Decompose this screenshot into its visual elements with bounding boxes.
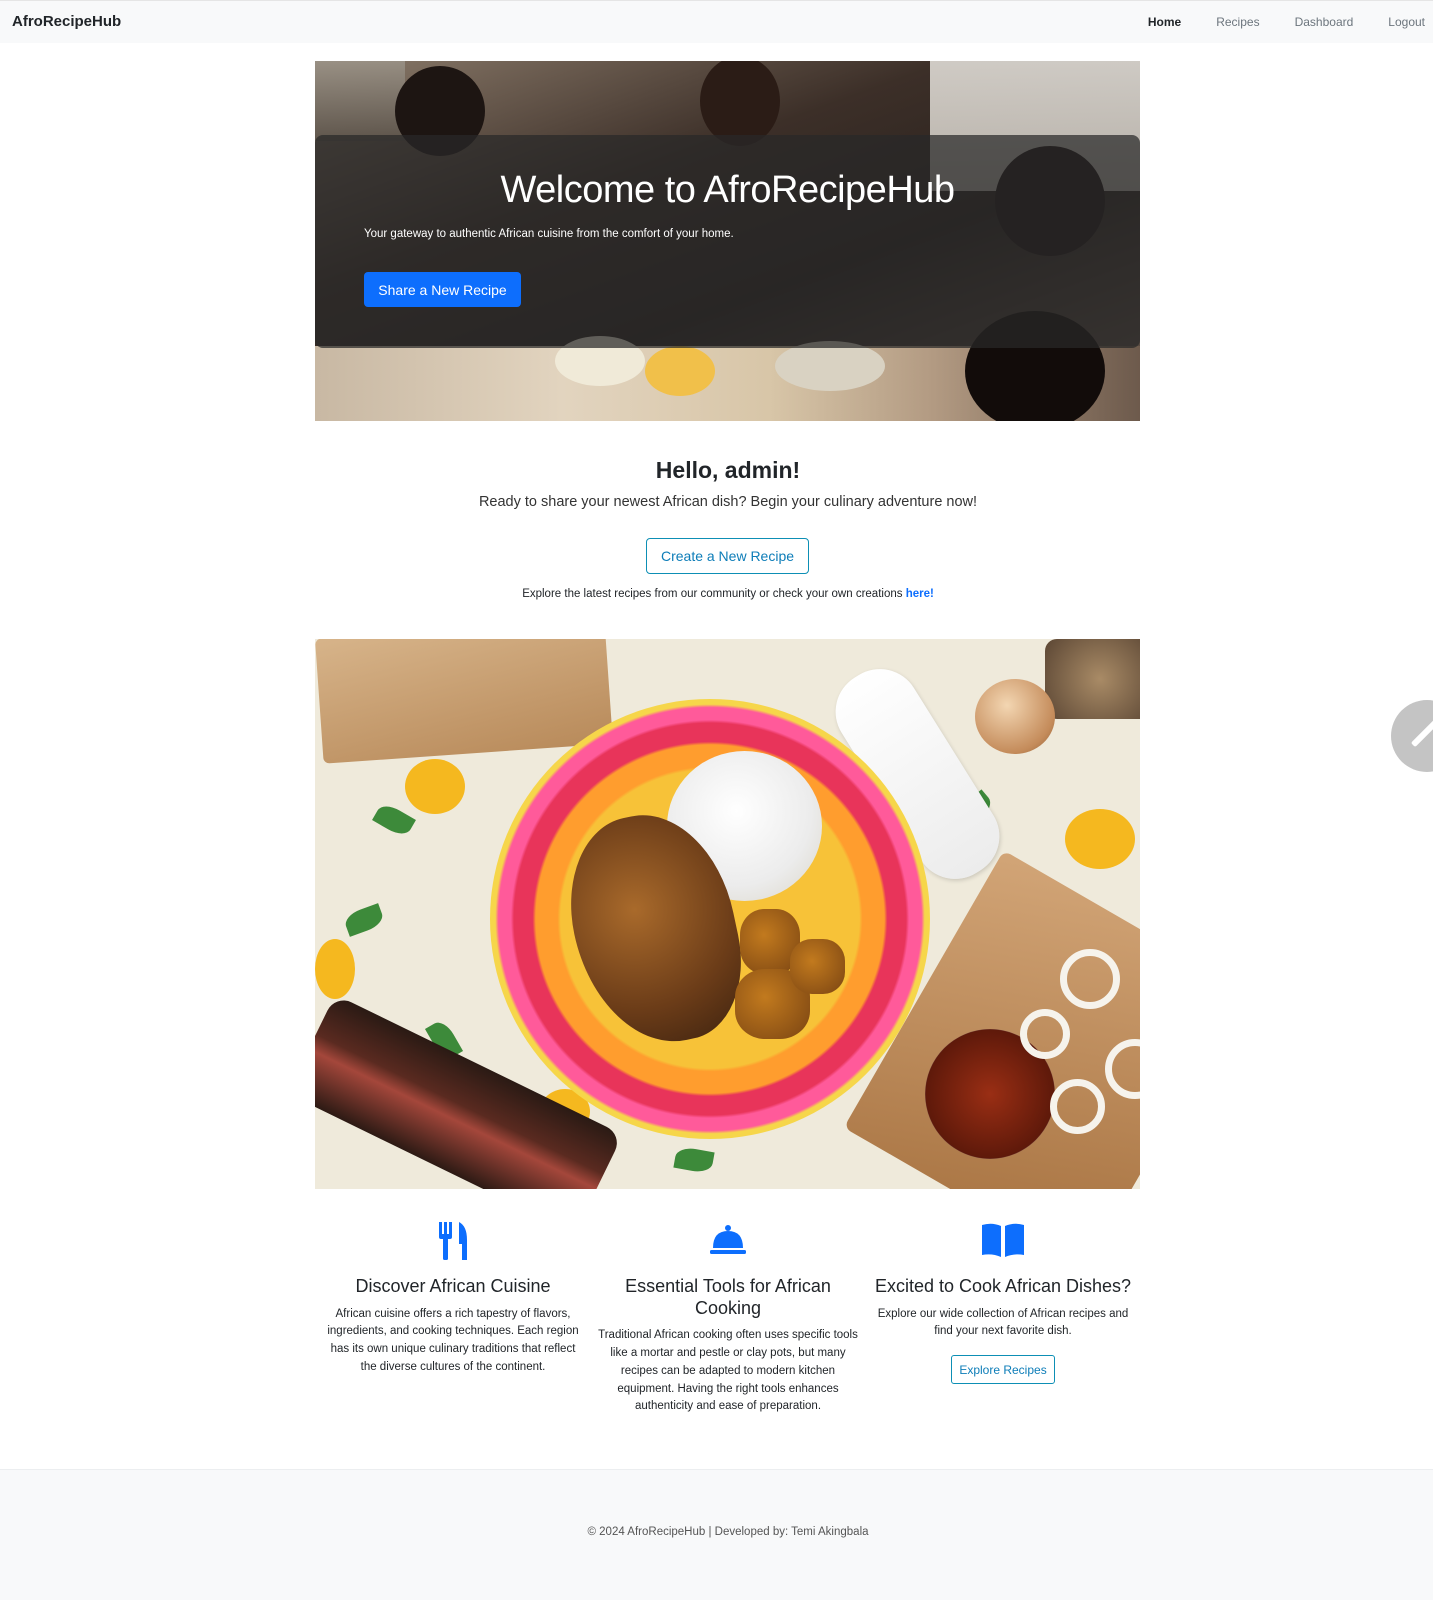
hero-title: Welcome to AfroRecipeHub [500, 169, 955, 211]
feature-body: African cuisine offers a rich tapestry o… [327, 1307, 579, 1374]
hero-overlay: Welcome to AfroRecipeHub Your gateway to… [315, 135, 1140, 348]
lemon-pattern [1065, 809, 1135, 869]
hero-background-window [315, 61, 405, 141]
greeting-heading: Hello, admin! [655, 457, 801, 483]
hero-photo-person [700, 61, 780, 146]
lemon-pattern [405, 759, 465, 814]
nav-links: Home Recipes Dashboard Logout [1113, 15, 1425, 29]
navbar: AfroRecipeHub Home Recipes Dashboard Log… [0, 0, 1433, 43]
explore-recipes-button[interactable]: Explore Recipes [951, 1355, 1055, 1385]
open-book-icon [873, 1222, 1133, 1262]
footer: © 2024 AfroRecipeHub | Developed by: Tem… [0, 1469, 1433, 1600]
nav-link-home[interactable]: Home [1148, 15, 1181, 29]
nav-link-recipes[interactable]: Recipes [1216, 15, 1259, 29]
footer-text: © 2024 AfroRecipeHub | Developed by: Tem… [587, 1526, 869, 1538]
feature-tools: Essential Tools for African Cooking Trad… [598, 1222, 858, 1416]
create-recipe-button[interactable]: Create a New Recipe [646, 538, 809, 574]
onion-ring [1060, 949, 1120, 1009]
hero-photo-dish [775, 341, 885, 391]
floating-edit-button[interactable] [1391, 700, 1433, 772]
feature-title: Excited to Cook African Dishes? [874, 1276, 1132, 1296]
onion [975, 679, 1055, 754]
feature-cook: Excited to Cook African Dishes? Explore … [873, 1222, 1133, 1385]
leaf-pattern [372, 800, 416, 840]
spice-jar [1045, 639, 1140, 719]
explore-here-link[interactable]: here! [906, 588, 934, 600]
hero-subtitle: Your gateway to authentic African cuisin… [364, 228, 734, 240]
cutting-board [315, 639, 614, 764]
leaf-pattern [673, 1145, 715, 1175]
feature-title: Discover African Cuisine [355, 1276, 551, 1296]
utensils-icon [323, 1222, 583, 1262]
onion-ring [1050, 1079, 1105, 1134]
hero-photo-dish [645, 346, 715, 396]
nav-link-logout[interactable]: Logout [1388, 15, 1425, 29]
explore-text: Explore the latest recipes from our comm… [522, 588, 906, 600]
feature-discover: Discover African Cuisine African cuisine… [323, 1222, 583, 1377]
feature-body: Explore our wide collection of African r… [877, 1307, 1129, 1338]
nav-link-dashboard[interactable]: Dashboard [1295, 15, 1354, 29]
leaf-pattern [342, 903, 386, 937]
feature-body: Traditional African cooking often uses s… [598, 1329, 858, 1413]
pencil-icon [1410, 714, 1433, 748]
explore-line: Explore the latest recipes from our comm… [0, 588, 1433, 600]
hero-banner: Welcome to AfroRecipeHub Your gateway to… [315, 61, 1140, 421]
lemon-pattern [315, 939, 355, 999]
featured-dish-image [315, 639, 1140, 1189]
share-recipe-button[interactable]: Share a New Recipe [364, 272, 521, 307]
greeting-lead: Ready to share your newest African dish?… [478, 494, 978, 510]
cloche-icon [598, 1222, 858, 1262]
onion-ring [1020, 1009, 1070, 1059]
feature-title: Essential Tools for African Cooking [625, 1276, 831, 1318]
brand-logo[interactable]: AfroRecipeHub [12, 13, 121, 30]
fried-plantain [790, 939, 845, 994]
